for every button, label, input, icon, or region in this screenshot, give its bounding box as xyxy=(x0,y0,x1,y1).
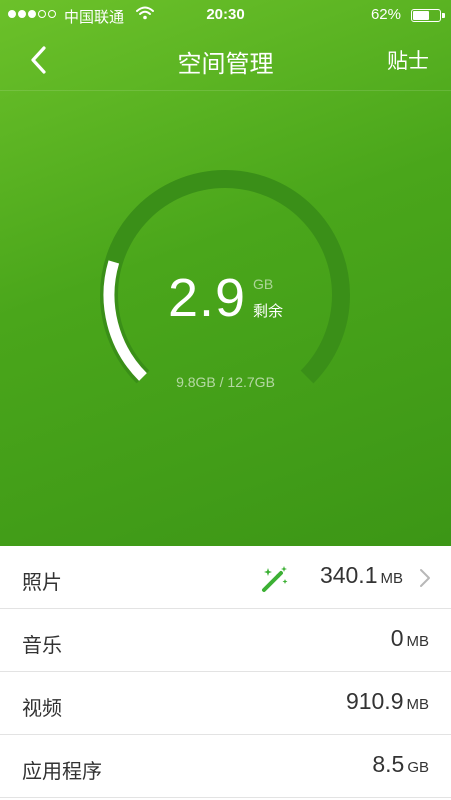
status-bar: 中国联通 20:30 62% xyxy=(0,0,451,30)
list-item-value: 910.9 MB xyxy=(345,688,429,714)
list-item-music: 音乐 0 MB xyxy=(0,609,451,672)
list-item-label: 音乐 xyxy=(22,635,62,657)
usage-summary: 9.8GB / 12.7GB xyxy=(176,374,275,390)
list-item-label: 应用程序 xyxy=(22,761,102,783)
remaining-unit: GB xyxy=(253,276,274,292)
list-item-photos[interactable]: 照片 340.1 MB xyxy=(0,546,451,609)
list-item-video: 视频 910.9 MB xyxy=(0,672,451,735)
list-item-value: 340.1 MB xyxy=(319,562,403,588)
list-item-value: 8.5 GB xyxy=(372,751,429,777)
tips-button[interactable]: 贴士 xyxy=(387,45,429,75)
list-item-value: 0 MB xyxy=(390,625,429,651)
remaining-value: 2.9 xyxy=(168,268,247,328)
storage-category-list: 照片 340.1 MB 音乐 0 MB 视频 910.9 MB 应用程序 8.5 GB xyxy=(0,546,451,798)
list-item-label: 照片 xyxy=(22,572,62,594)
nav-bar: 空间管理 贴士 xyxy=(0,30,451,91)
list-item-label: 视频 xyxy=(22,698,62,720)
battery-level xyxy=(413,11,429,20)
list-item-apps: 应用程序 8.5 GB xyxy=(0,735,451,798)
battery-icon xyxy=(411,9,445,22)
remaining-label: 剩余 xyxy=(253,303,284,320)
battery-percent: 62% xyxy=(370,6,401,23)
storage-hero: 中国联通 20:30 62% 空间管理 贴士 2.9 GB 剩余 9.8GB / xyxy=(0,0,451,546)
magic-wand-icon[interactable] xyxy=(260,564,290,594)
chevron-right-icon xyxy=(420,569,430,587)
page-title: 空间管理 xyxy=(177,51,274,78)
